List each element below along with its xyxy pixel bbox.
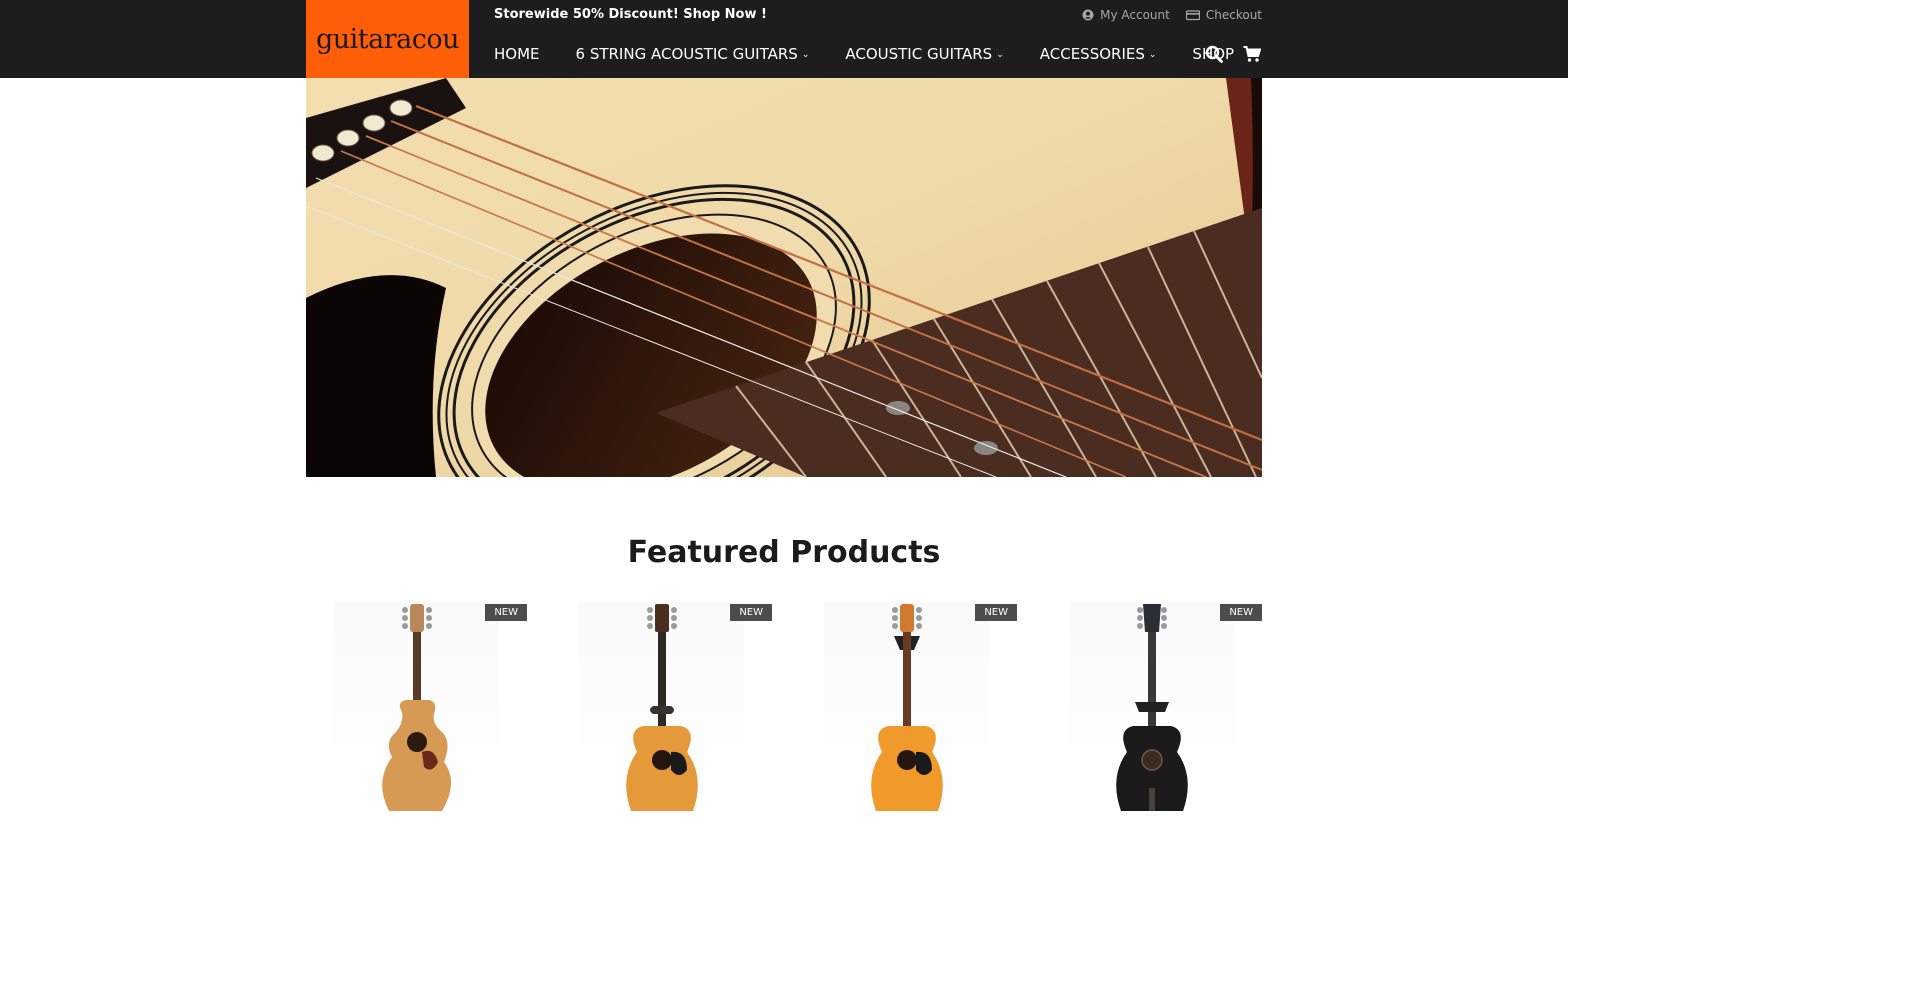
site-header: guitaracou Storewide 50% Discount! Shop … <box>0 0 1568 78</box>
card-icon <box>1185 10 1200 21</box>
nav-6-string-label: 6 STRING ACOUSTIC GUITARS <box>575 45 798 63</box>
main-nav: HOME 6 STRING ACOUSTIC GUITARS ⌄ ACOUSTI… <box>494 45 1234 63</box>
new-badge: NEW <box>975 604 1017 621</box>
product-card[interactable]: NEW <box>796 602 1017 811</box>
promo-banner[interactable]: Storewide 50% Discount! Shop Now ! <box>494 7 767 22</box>
nav-accessories-label: ACCESSORIES <box>1039 45 1145 63</box>
nav-acoustic-guitars[interactable]: ACOUSTIC GUITARS ⌄ <box>845 45 1003 63</box>
product-grid: NEW NEW NEW NEW <box>306 602 1262 811</box>
search-button[interactable] <box>1204 44 1224 64</box>
logo-text: guitaracou <box>315 23 460 55</box>
nav-accessories[interactable]: ACCESSORIES ⌄ <box>1040 45 1157 63</box>
cart-button[interactable] <box>1242 44 1262 64</box>
new-badge: NEW <box>485 604 527 621</box>
search-icon <box>1205 45 1223 63</box>
nav-6-string-acoustic-guitars[interactable]: 6 STRING ACOUSTIC GUITARS ⌄ <box>576 45 810 63</box>
guitar-illustration <box>382 604 452 811</box>
hero-guitar-illustration <box>306 78 1262 477</box>
new-badge: NEW <box>1220 604 1262 621</box>
nav-home-label: HOME <box>494 45 540 63</box>
product-card[interactable]: NEW <box>306 602 527 811</box>
product-image[interactable] <box>334 602 499 811</box>
nav-home[interactable]: HOME <box>494 45 540 63</box>
cart-icon <box>1243 46 1261 62</box>
user-icon <box>1082 9 1094 21</box>
my-account-link[interactable]: My Account <box>1082 8 1170 22</box>
chevron-down-icon: ⌄ <box>1148 50 1157 60</box>
product-image[interactable] <box>824 602 989 811</box>
product-image[interactable] <box>1069 602 1234 811</box>
my-account-label: My Account <box>1100 8 1170 22</box>
checkout-link[interactable]: Checkout <box>1185 8 1262 22</box>
nav-acoustic-label: ACOUSTIC GUITARS <box>845 45 993 63</box>
guitar-illustration <box>871 604 943 811</box>
account-links: My Account Checkout <box>1082 8 1262 22</box>
header-icons <box>1204 44 1262 64</box>
checkout-label: Checkout <box>1205 8 1262 22</box>
guitar-illustration <box>626 604 698 811</box>
hero-guitar-image <box>306 78 1262 477</box>
site-logo[interactable]: guitaracou <box>306 0 469 78</box>
product-card[interactable]: NEW <box>1041 602 1262 811</box>
new-badge: NEW <box>730 604 772 621</box>
product-image[interactable] <box>579 602 744 811</box>
product-card[interactable]: NEW <box>551 602 772 811</box>
guitar-illustration <box>1116 604 1188 811</box>
chevron-down-icon: ⌄ <box>996 50 1004 60</box>
chevron-down-icon: ⌄ <box>801 50 810 60</box>
featured-products-title: Featured Products <box>627 535 941 570</box>
